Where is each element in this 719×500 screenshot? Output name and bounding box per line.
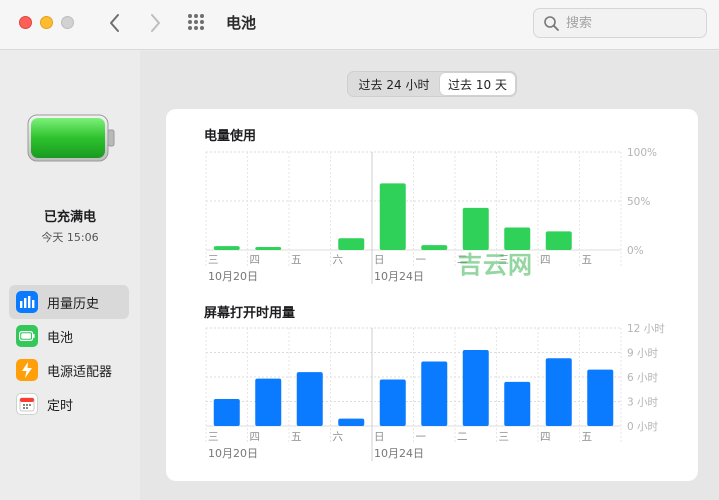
bar <box>545 231 572 250</box>
y-tick-label: 9 小时 <box>627 348 659 360</box>
back-button[interactable] <box>102 10 128 36</box>
zoom-window-button[interactable] <box>61 16 74 29</box>
x-tick-label: 四 <box>250 431 261 443</box>
chart-title: 屏幕打开时用量 <box>204 305 295 321</box>
y-tick-label: 12 小时 <box>627 323 665 335</box>
bar <box>504 381 531 426</box>
bar <box>587 369 614 426</box>
x-tick-label: 六 <box>333 254 344 266</box>
x-tick-label: 二 <box>457 431 468 443</box>
x-tick-label: 日 <box>374 254 385 266</box>
x-tick-label: 一 <box>416 431 427 443</box>
minimize-window-button[interactable] <box>40 16 53 29</box>
bar <box>338 418 365 426</box>
search-icon <box>544 16 559 31</box>
sidebar-item-power-adapter[interactable]: 电源适配器 <box>9 353 129 387</box>
range-24-hours-tab[interactable]: 过去 24 小时 <box>350 73 438 95</box>
time-range-control: 过去 24 小时 过去 10 天 <box>347 71 517 97</box>
bar <box>421 361 448 426</box>
range-10-days-tab[interactable]: 过去 10 天 <box>440 73 515 95</box>
main-panel: 过去 24 小时 过去 10 天 电量使用 100% 50% 0% 三四五六日一二三四五… <box>140 51 719 500</box>
x-tick-label: 五 <box>582 431 593 443</box>
date-label: 10月24日 <box>374 447 424 460</box>
y-tick-label: 100% <box>627 147 657 159</box>
bar <box>379 379 406 426</box>
sidebar-item-battery[interactable]: 电池 <box>9 319 129 353</box>
bar <box>462 350 489 426</box>
search-input[interactable] <box>566 13 700 33</box>
y-tick-label: 3 小时 <box>627 397 659 409</box>
x-tick-label: 五 <box>582 254 593 266</box>
x-tick-label: 六 <box>333 431 344 443</box>
battery-icon <box>16 325 38 347</box>
calendar-icon <box>16 393 38 415</box>
bar <box>379 183 406 250</box>
y-tick-label: 0 小时 <box>627 421 659 433</box>
chart-title: 电量使用 <box>204 128 256 144</box>
bar <box>255 247 282 250</box>
window-title: 电池 <box>226 14 257 32</box>
x-tick-label: 日 <box>374 431 385 443</box>
chevron-right-icon <box>151 14 160 32</box>
x-tick-label: 四 <box>540 431 551 443</box>
bar <box>255 378 282 426</box>
x-tick-label: 五 <box>291 254 302 266</box>
usage-card: 电量使用 100% 50% 0% 三四五六日一二三四五 10月20日 10月24日 屏幕打开时… <box>166 109 698 481</box>
date-label: 10月20日 <box>208 447 258 460</box>
sidebar-item-label: 电源适配器 <box>47 365 113 380</box>
sidebar: 已充满电 今天 15:06 用量历史 电池 电源适配器 定时 <box>0 51 140 500</box>
bar <box>462 207 489 250</box>
bar <box>338 238 365 250</box>
bar <box>296 372 323 426</box>
date-label: 10月20日 <box>208 270 258 283</box>
grid-icon <box>188 14 204 30</box>
show-all-button[interactable] <box>186 12 210 34</box>
x-tick-label: 四 <box>250 254 261 266</box>
bar <box>545 358 572 426</box>
x-tick-label: 三 <box>499 431 510 443</box>
x-tick-label: 三 <box>208 431 219 443</box>
x-tick-label: 四 <box>540 254 551 266</box>
date-label: 10月24日 <box>374 270 424 283</box>
battery-full-icon <box>27 114 115 162</box>
sidebar-item-label: 电池 <box>47 331 74 346</box>
usage-charts: 电量使用100%50%0%三四五六日一二三四五10月20日 10月24日屏幕打开时… <box>204 128 665 461</box>
bar <box>421 245 448 250</box>
chart-bar-icon <box>16 291 38 313</box>
sidebar-item-schedule[interactable]: 定时 <box>9 387 129 421</box>
chevron-left-icon <box>110 14 119 32</box>
forward-button[interactable] <box>142 10 168 36</box>
search-box[interactable] <box>533 8 707 38</box>
x-tick-label: 一 <box>416 254 427 266</box>
bar <box>213 399 240 426</box>
y-tick-label: 6 小时 <box>627 372 659 384</box>
bar <box>213 246 240 250</box>
sidebar-item-usage-history[interactable]: 用量历史 <box>9 285 129 319</box>
y-tick-label: 0% <box>627 245 644 257</box>
watermark-text: 吉云网 <box>458 251 533 279</box>
y-tick-label: 50% <box>627 196 650 208</box>
title-bar: 电池 <box>0 0 719 50</box>
sidebar-item-label: 定时 <box>47 399 74 414</box>
x-tick-label: 三 <box>208 254 219 266</box>
bolt-icon <box>16 359 38 381</box>
close-window-button[interactable] <box>19 16 32 29</box>
charge-status: 已充满电 <box>43 210 96 225</box>
x-tick-label: 五 <box>291 431 302 443</box>
sidebar-item-label: 用量历史 <box>47 297 100 312</box>
charge-status-time: 今天 15:06 <box>41 231 99 244</box>
